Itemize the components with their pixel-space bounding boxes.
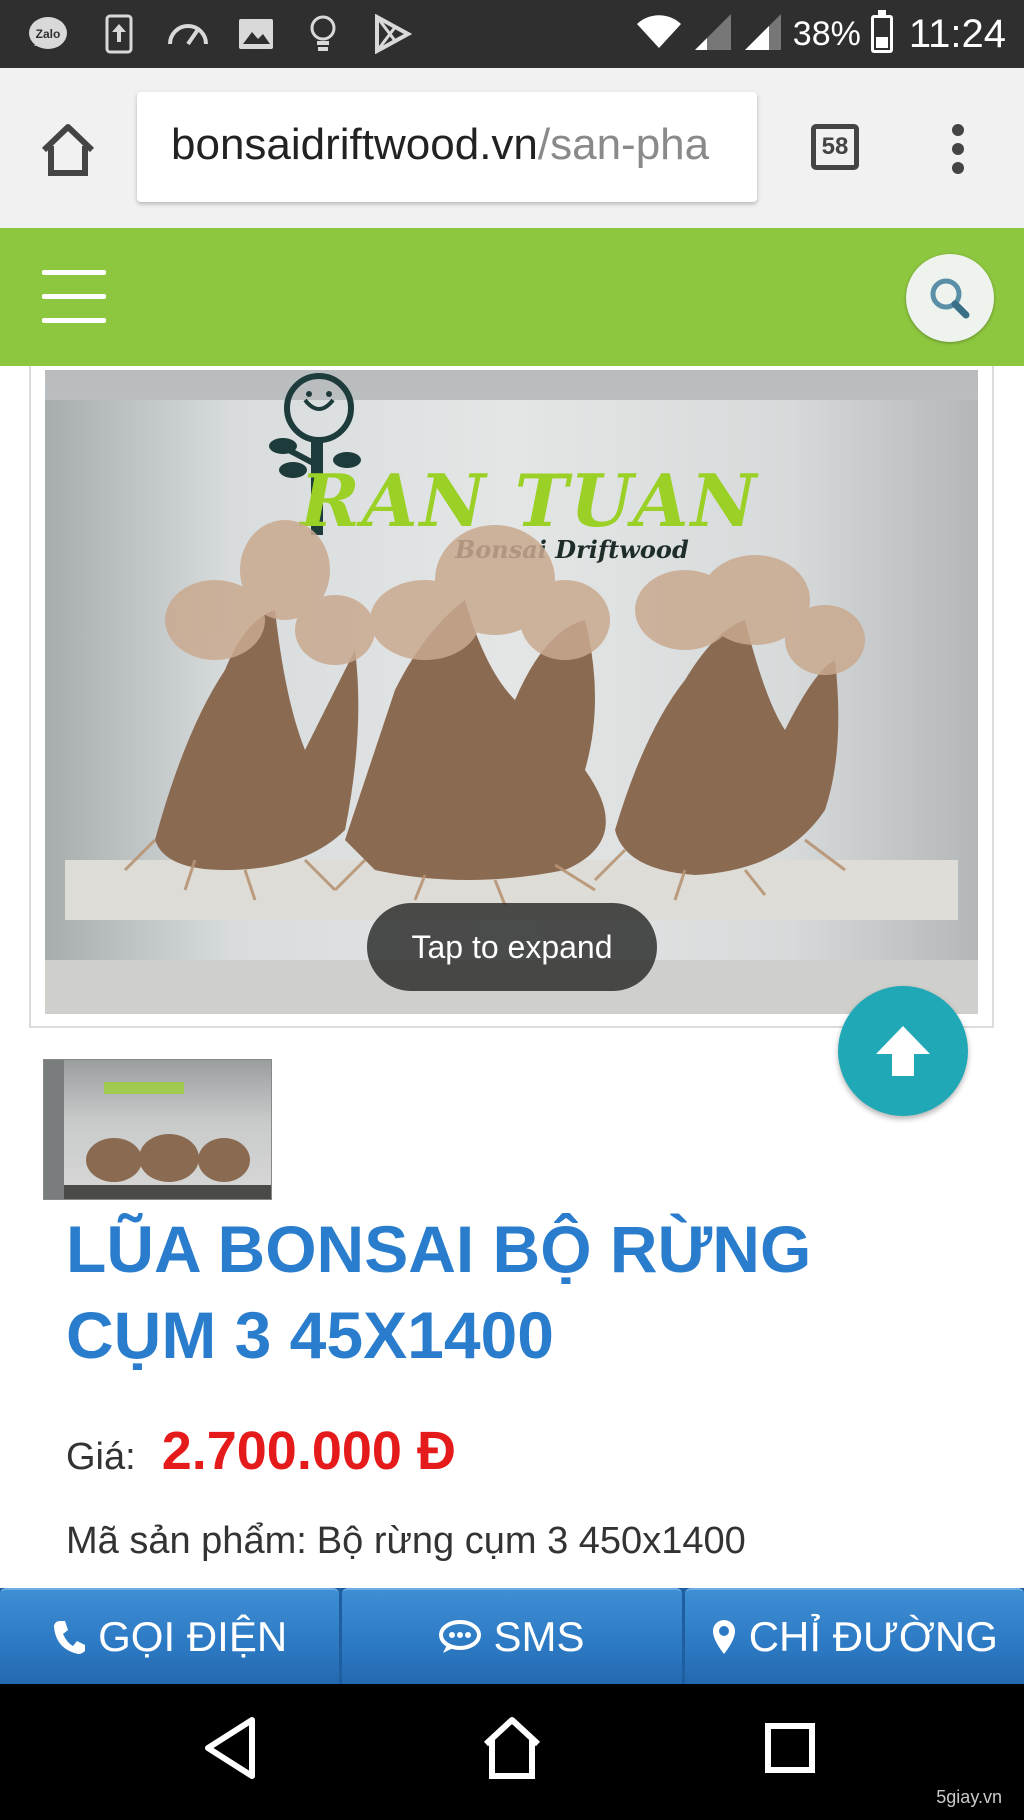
status-indicators: 38% 11:24 — [635, 0, 1006, 68]
status-bar: Zalo 38% 11:24 — [0, 0, 1024, 68]
home-nav-icon[interactable] — [480, 1714, 544, 1786]
product-thumbnail[interactable] — [43, 1059, 272, 1200]
thumbnail-image — [64, 1082, 271, 1199]
product-sku: Mã sản phẩm: Bộ rừng cụm 3 450x1400 — [66, 1520, 746, 1563]
speedometer-icon — [166, 14, 210, 54]
upload-icon — [104, 14, 134, 54]
price-row: Giá: 2.700.000 Đ — [66, 1420, 456, 1482]
hamburger-menu-icon[interactable] — [42, 270, 106, 324]
bulb-icon — [308, 14, 338, 54]
directions-label: CHỈ ĐƯỜNG — [748, 1613, 998, 1660]
product-title-line1: LŨA BONSAI BỘ RỪNG — [66, 1212, 812, 1286]
price-value: 2.700.000 Đ — [161, 1421, 456, 1481]
clock: 11:24 — [908, 11, 1006, 56]
sms-label: SMS — [493, 1613, 585, 1660]
tap-to-expand-hint[interactable]: Tap to expand — [367, 903, 657, 991]
url-path: /san-pha — [537, 120, 710, 169]
sku-label: Mã sản phẩm: — [66, 1520, 307, 1562]
image-icon — [236, 14, 276, 54]
search-icon — [930, 278, 970, 319]
url-text: bonsaidriftwood.vn/san-pha — [171, 120, 709, 170]
url-bar[interactable]: bonsaidriftwood.vn/san-pha — [137, 92, 757, 202]
call-label: GỌI ĐIỆN — [98, 1613, 288, 1660]
home-icon[interactable] — [38, 120, 98, 180]
signal-icon-2 — [743, 12, 783, 56]
chat-bubble-icon — [439, 1620, 482, 1653]
back-icon[interactable] — [200, 1714, 260, 1786]
sku-value: Bộ rừng cụm 3 450x1400 — [316, 1520, 746, 1562]
product-title: LŨA BONSAI BỘ RỪNG CỤM 3 45X1400 — [66, 1206, 926, 1378]
contact-action-bar: GỌI ĐIỆN SMS CHỈ ĐƯỜNG — [0, 1588, 1024, 1684]
android-nav-bar: 5giay.vn — [0, 1684, 1024, 1820]
tab-switcher-button[interactable]: 58 — [811, 124, 859, 170]
arrow-up-icon — [876, 1026, 930, 1076]
play-store-icon — [372, 13, 413, 55]
price-label: Giá: — [66, 1436, 136, 1478]
phone-icon — [54, 1621, 86, 1654]
overflow-menu-icon[interactable] — [952, 124, 966, 174]
site-header — [0, 228, 1024, 366]
battery-icon — [870, 10, 893, 53]
wifi-icon — [635, 12, 683, 56]
map-pin-icon — [712, 1620, 735, 1654]
product-title-line2: CỤM 3 45X1400 — [66, 1298, 554, 1372]
signal-icon — [693, 12, 733, 56]
scroll-to-top-button[interactable] — [838, 986, 968, 1116]
search-button[interactable] — [906, 254, 994, 342]
recents-icon[interactable] — [760, 1714, 820, 1786]
zalo-label: Zalo — [36, 27, 61, 41]
browser-toolbar: bonsaidriftwood.vn/san-pha 58 — [0, 68, 1024, 228]
zalo-icon: Zalo — [28, 14, 68, 54]
sms-button[interactable]: SMS — [342, 1588, 682, 1684]
call-button[interactable]: GỌI ĐIỆN — [0, 1588, 340, 1684]
battery-percent: 38% — [792, 14, 861, 53]
url-domain: bonsaidriftwood.vn — [171, 120, 538, 169]
watermark: 5giay.vn — [936, 1787, 1002, 1807]
directions-button[interactable]: CHỈ ĐƯỜNG — [684, 1588, 1024, 1684]
